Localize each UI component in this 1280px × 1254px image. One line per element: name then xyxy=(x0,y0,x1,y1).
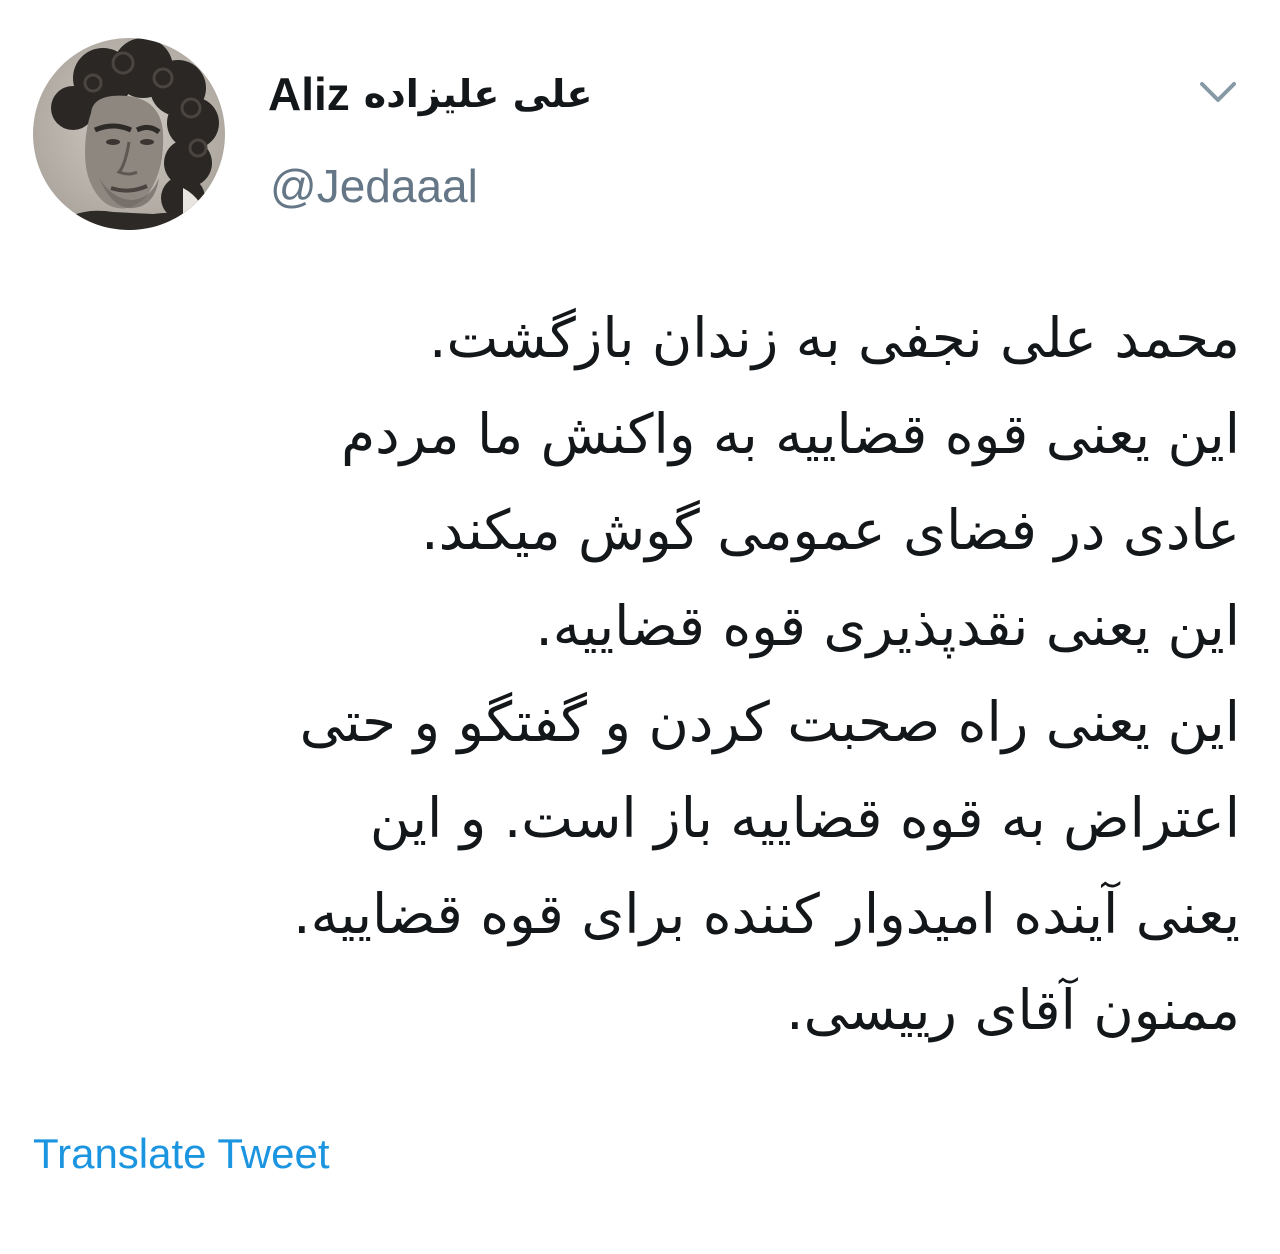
tweet-text-line: محمد علی نجفی به زندان بازگشت. xyxy=(429,306,1240,370)
tweet-text: محمد علی نجفی به زندان بازگشت. این یعنی … xyxy=(40,290,1240,1058)
author-name-persian: علی علیزاده xyxy=(363,72,593,116)
tweet-text-line: این یعنی نقدپذیری قوه قضاییه. xyxy=(535,594,1240,658)
tweet-card: Aliz علی علیزاده @Jedaaal محمد علی نجفی … xyxy=(0,0,1280,1254)
tweet-text-line: عادی در فضای عمومی گوش میکند. xyxy=(421,498,1240,562)
avatar[interactable] xyxy=(33,38,225,230)
translate-tweet-link[interactable]: Translate Tweet xyxy=(33,1126,329,1182)
tweet-text-line: این یعنی قوه قضاییه به واکنش ما مردم xyxy=(341,402,1240,466)
author-handle[interactable]: @Jedaaal xyxy=(270,156,478,216)
author-name-latin: Aliz xyxy=(268,68,350,120)
tweet-text-line: ممنون آقای رییسی. xyxy=(786,978,1240,1042)
tweet-text-line: اعتراض به قوه قضاییه باز است. و این xyxy=(369,786,1240,850)
profile-photo xyxy=(33,38,225,230)
tweet-text-line: یعنی آینده امیدوار کننده برای قوه قضاییه… xyxy=(293,882,1240,946)
chevron-down-icon[interactable] xyxy=(1196,74,1240,110)
author-display-name[interactable]: Aliz علی علیزاده xyxy=(268,62,593,126)
tweet-text-line: این یعنی راه صحبت کردن و گفتگو و حتی xyxy=(299,690,1240,754)
